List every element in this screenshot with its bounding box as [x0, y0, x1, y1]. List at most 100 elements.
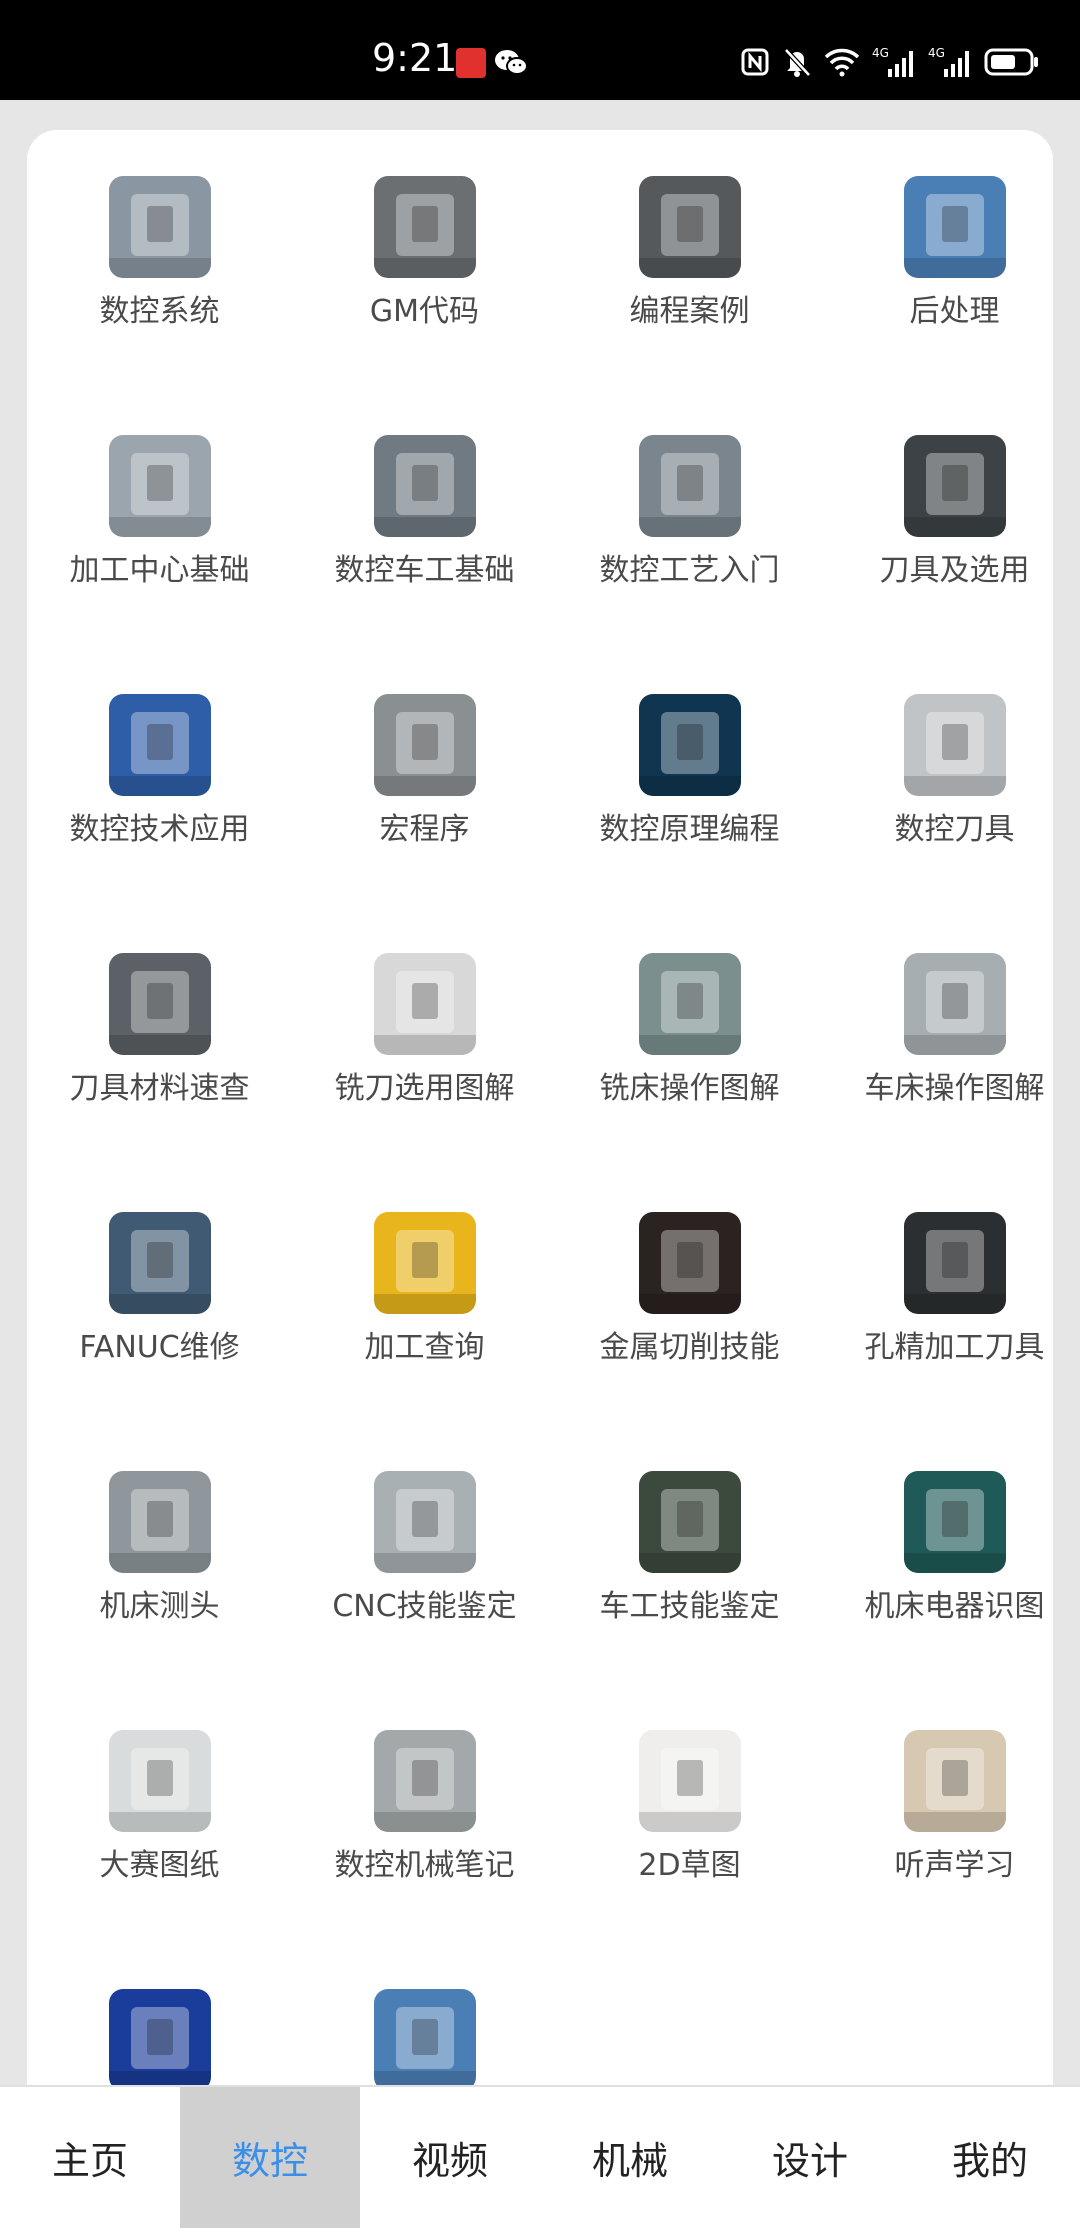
- status-bar: 9:21 4G 4G: [0, 0, 1080, 100]
- grid-item-label: CNC技能鉴定: [332, 1589, 517, 1624]
- blueprint-image: [638, 694, 741, 796]
- grid-item-label: 数控技术应用: [69, 812, 250, 847]
- grid-item[interactable]: 数控机械笔记: [292, 1730, 557, 1989]
- grid-item-label: 铣刀选用图解: [334, 1071, 515, 1106]
- grid-item[interactable]: 孔精加工刀具: [822, 1212, 1080, 1471]
- grid-item[interactable]: 车床操作图解: [822, 953, 1080, 1212]
- machining-center-image: [108, 435, 211, 537]
- grid-item[interactable]: 数控刀具: [822, 694, 1080, 953]
- grid-item[interactable]: 听声学习: [822, 1730, 1080, 1989]
- grid-item[interactable]: 数控车工基础: [292, 435, 557, 694]
- grid-item-label: 金属切削技能: [599, 1330, 780, 1365]
- grid-item[interactable]: 加工查询: [292, 1212, 557, 1471]
- nav-tab[interactable]: 机械: [540, 2087, 720, 2228]
- listening-image: [903, 1730, 1006, 1832]
- cnc-application-image: [108, 694, 211, 796]
- drill-bits-image: [108, 953, 211, 1055]
- signal-4g-icon: 4G: [872, 45, 916, 79]
- nav-tab[interactable]: 视频: [360, 2087, 540, 2228]
- electrical-image: [903, 1471, 1006, 1573]
- grid-item-label: 数控车工基础: [334, 553, 515, 588]
- grid-item[interactable]: FANUC维修: [27, 1212, 292, 1471]
- grid-item-label: 数控机械笔记: [334, 1848, 515, 1883]
- wifi-icon: [824, 47, 860, 77]
- certificate-image: [373, 1471, 476, 1573]
- grid-item[interactable]: 金属切削技能: [557, 1212, 822, 1471]
- query-banner-image: [373, 1212, 476, 1314]
- grid-item[interactable]: 车工技能鉴定: [557, 1471, 822, 1730]
- grid-item-label: 编程案例: [629, 294, 750, 329]
- grid-item-label: 加工查询: [364, 1330, 485, 1365]
- grid-item[interactable]: 铣床操作图解: [557, 953, 822, 1212]
- grid-item-label: 机床测头: [99, 1589, 220, 1624]
- grid-item-label: 铣床操作图解: [599, 1071, 780, 1106]
- grid-item-label: 大赛图纸: [99, 1848, 220, 1883]
- grid-item[interactable]: 数控系统: [27, 176, 292, 435]
- grid-item[interactable]: GM代码: [292, 176, 557, 435]
- grid-item[interactable]: 数控技术应用: [27, 694, 292, 953]
- signal-4g-icon: 4G: [928, 45, 972, 79]
- drawing-image: [108, 1730, 211, 1832]
- bottom-nav: 主页 数控 视频 机械 设计 我的: [0, 2085, 1080, 2228]
- grid-item[interactable]: 刀具材料速查: [27, 953, 292, 1212]
- chuck-image: [373, 694, 476, 796]
- grid-item-label: 数控原理编程: [599, 812, 780, 847]
- grid-item-label: 后处理: [909, 294, 1000, 329]
- grid-item-label: 车床操作图解: [864, 1071, 1045, 1106]
- workpiece-image: [903, 176, 1006, 278]
- grid-item-label: 2D草图: [638, 1848, 741, 1883]
- wechat-icon: [494, 48, 528, 78]
- svg-text:4G: 4G: [872, 46, 889, 60]
- feature-grid: 数控系统 GM代码 编程案例 后处理加工中心基础 数控车工基础 数控工艺入门 刀具及选用数控…: [27, 176, 1053, 2228]
- grid-item[interactable]: 数控工艺入门: [557, 435, 822, 694]
- grid-item[interactable]: 机床电器识图: [822, 1471, 1080, 1730]
- sparks-image: [638, 1212, 741, 1314]
- lathe-panel-image: [903, 953, 1006, 1055]
- grid-item[interactable]: 加工中心基础: [27, 435, 292, 694]
- grid-item-label: 数控工艺入门: [599, 553, 780, 588]
- machine-photo-image: [373, 1989, 476, 2091]
- status-icons: 4G 4G: [740, 42, 1040, 82]
- svg-text:4G: 4G: [928, 46, 945, 60]
- end-mills-image: [903, 694, 1006, 796]
- nfc-icon: [740, 47, 770, 77]
- grid-item-label: 数控刀具: [894, 812, 1015, 847]
- grid-item-label: 刀具及选用: [879, 553, 1030, 588]
- grid-item-label: 加工中心基础: [69, 553, 250, 588]
- grid-item[interactable]: 刀具及选用: [822, 435, 1080, 694]
- grid-item[interactable]: 后处理: [822, 176, 1080, 435]
- grid-item-label: 刀具材料速查: [69, 1071, 250, 1106]
- nav-tab[interactable]: 我的: [900, 2087, 1080, 2228]
- grid-item[interactable]: CNC技能鉴定: [292, 1471, 557, 1730]
- grid-item-label: 机床电器识图: [864, 1589, 1045, 1624]
- drill-bit-image: [903, 435, 1006, 537]
- lathe-image: [373, 435, 476, 537]
- grid-item[interactable]: 编程案例: [557, 176, 822, 435]
- dashboard-image: [108, 1989, 211, 2091]
- nav-tab[interactable]: 设计: [720, 2087, 900, 2228]
- grid-item[interactable]: 机床测头: [27, 1471, 292, 1730]
- nav-tab[interactable]: 数控: [180, 2087, 360, 2228]
- grid-item[interactable]: 铣刀选用图解: [292, 953, 557, 1212]
- milling-machine-image: [638, 953, 741, 1055]
- code-screen-image: [373, 176, 476, 278]
- grid-item-label: 孔精加工刀具: [864, 1330, 1045, 1365]
- mute-bell-icon: [782, 46, 812, 78]
- grid-item[interactable]: 宏程序: [292, 694, 557, 953]
- grid-item[interactable]: 数控原理编程: [557, 694, 822, 953]
- grid-item-label: FANUC维修: [79, 1330, 240, 1365]
- nav-tab[interactable]: 主页: [0, 2087, 180, 2228]
- sketch-image: [638, 1730, 741, 1832]
- grid-item[interactable]: 2D草图: [557, 1730, 822, 1989]
- workers-image: [638, 1471, 741, 1573]
- grid-item-label: 数控系统: [99, 294, 220, 329]
- computer-machine-image: [638, 176, 741, 278]
- hole-tool-image: [903, 1212, 1006, 1314]
- grid-item-label: 车工技能鉴定: [599, 1589, 780, 1624]
- technician-image: [108, 1212, 211, 1314]
- mill-spindle-image: [638, 435, 741, 537]
- probe-image: [108, 1471, 211, 1573]
- grid-item[interactable]: 大赛图纸: [27, 1730, 292, 1989]
- cnc-machine-image: [108, 176, 211, 278]
- grid-item-label: 宏程序: [379, 812, 470, 847]
